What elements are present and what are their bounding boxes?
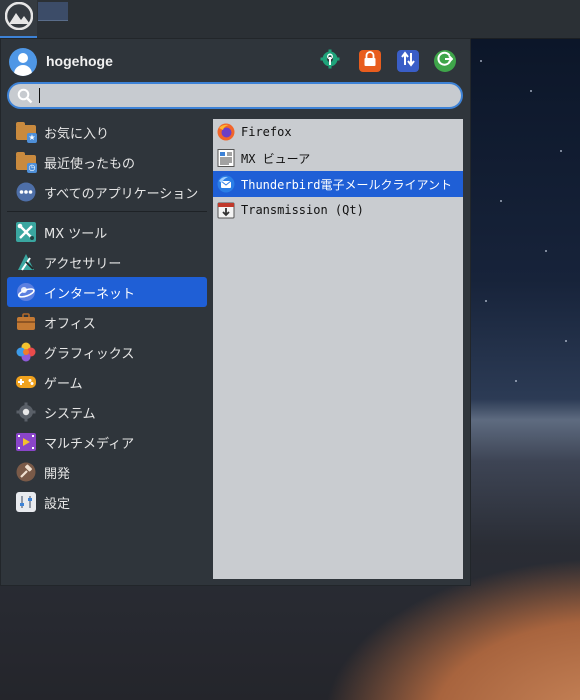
multimedia-icon — [16, 432, 36, 452]
application-list: Firefox MX ビューア Thunderbird電子メールクライアント T… — [213, 119, 463, 579]
lock-icon — [363, 51, 377, 71]
category-accessories[interactable]: アクセサリー — [7, 247, 207, 277]
user-header: hogehoge — [9, 47, 464, 77]
accessories-icon — [16, 252, 36, 272]
category-label: グラフィックス — [44, 346, 135, 362]
mx-viewer-icon — [217, 149, 235, 167]
category-label: 最近使ったもの — [44, 156, 136, 172]
settings-gear-icon — [320, 49, 340, 73]
internet-icon — [16, 282, 36, 302]
mx-logo-icon — [4, 1, 33, 34]
app-item-mx-viewer[interactable]: MX ビューア — [213, 145, 463, 171]
app-item-thunderbird[interactable]: Thunderbird電子メールクライアント — [213, 171, 463, 197]
settings-icon — [16, 492, 36, 512]
games-icon — [16, 372, 36, 392]
top-panel — [0, 0, 580, 39]
app-item-firefox[interactable]: Firefox — [213, 119, 463, 145]
wallpaper-stars — [470, 40, 580, 420]
logout-button[interactable] — [434, 50, 456, 72]
development-icon — [16, 462, 36, 482]
category-favorites[interactable]: ★ お気に入り — [7, 117, 207, 147]
category-label: マルチメディア — [44, 436, 135, 452]
search-icon — [17, 88, 33, 108]
favorites-folder-icon: ★ — [16, 122, 37, 143]
switch-user-icon — [400, 51, 416, 71]
category-list: ★ お気に入り ◷ 最近使ったもの すべてのアプリケーション MX ツール アク… — [7, 117, 207, 517]
user-avatar-icon — [9, 48, 37, 76]
application-menu-button[interactable] — [0, 0, 37, 38]
app-label: Firefox — [241, 125, 292, 139]
workspace-thumbnail[interactable] — [38, 2, 68, 21]
app-label: Thunderbird電子メールクライアント — [241, 177, 452, 192]
category-label: すべてのアプリケーション — [44, 186, 199, 202]
recent-folder-icon: ◷ — [16, 152, 37, 173]
switch-user-button[interactable] — [397, 50, 419, 72]
settings-button[interactable] — [319, 49, 341, 73]
category-label: インターネット — [44, 286, 136, 302]
category-label: お気に入り — [44, 126, 110, 142]
category-label: システム — [44, 406, 96, 422]
mx-tools-icon — [16, 222, 36, 242]
separator — [7, 211, 207, 212]
category-label: ゲーム — [44, 376, 83, 392]
category-label: 開発 — [44, 466, 71, 482]
category-multimedia[interactable]: マルチメディア — [7, 427, 207, 457]
category-mx-tools[interactable]: MX ツール — [7, 217, 207, 247]
search-box[interactable] — [7, 82, 463, 109]
category-settings[interactable]: 設定 — [7, 487, 207, 517]
app-label: Transmission (Qt) — [241, 203, 364, 217]
category-games[interactable]: ゲーム — [7, 367, 207, 397]
category-office[interactable]: オフィス — [7, 307, 207, 337]
firefox-icon — [217, 123, 235, 141]
search-input[interactable] — [41, 86, 455, 106]
category-development[interactable]: 開発 — [7, 457, 207, 487]
app-label: MX ビューア — [241, 151, 311, 166]
category-label: アクセサリー — [44, 256, 122, 272]
all-apps-icon — [16, 182, 36, 202]
category-graphics[interactable]: グラフィックス — [7, 337, 207, 367]
category-label: オフィス — [44, 316, 96, 332]
office-icon — [16, 312, 36, 332]
category-system[interactable]: システム — [7, 397, 207, 427]
whisker-menu: hogehoge ★ お気に入り ◷ 最近使ったもの すべてのアプリケーション … — [0, 38, 471, 586]
category-label: MX ツール — [44, 226, 108, 242]
app-item-transmission[interactable]: Transmission (Qt) — [213, 197, 463, 223]
graphics-icon — [16, 342, 36, 362]
transmission-icon — [217, 201, 235, 219]
category-recent[interactable]: ◷ 最近使ったもの — [7, 147, 207, 177]
lock-screen-button[interactable] — [359, 50, 381, 72]
system-icon — [16, 402, 36, 422]
text-cursor — [39, 88, 40, 103]
category-internet[interactable]: インターネット — [7, 277, 207, 307]
thunderbird-icon — [217, 175, 235, 193]
username-label: hogehoge — [46, 53, 113, 69]
category-label: 設定 — [44, 496, 71, 512]
logout-icon — [437, 51, 454, 71]
category-all-apps[interactable]: すべてのアプリケーション — [7, 177, 207, 207]
